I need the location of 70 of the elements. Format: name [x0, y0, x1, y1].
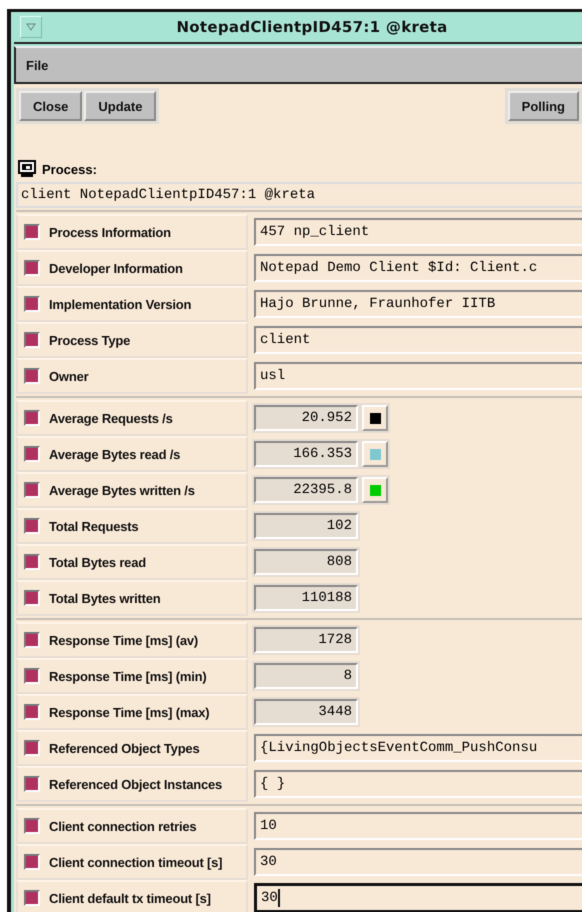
- value-field: 166.353: [254, 441, 358, 467]
- property-label: Average Requests /s: [49, 410, 173, 426]
- value-field: Hajo Brunne, Fraunhofer IITB: [254, 290, 582, 318]
- value-field: 808: [254, 549, 358, 575]
- value-field: 457 np_client: [254, 218, 582, 246]
- property-label: Total Bytes read: [49, 554, 146, 570]
- toggle-indicator[interactable]: [24, 518, 40, 534]
- property-label: Client default tx timeout [s]: [49, 890, 211, 906]
- property-label: Owner: [49, 368, 88, 384]
- toggle-indicator[interactable]: [24, 632, 40, 648]
- toggle-indicator[interactable]: [24, 818, 40, 834]
- monitor-icon: [18, 160, 36, 178]
- toggle-indicator[interactable]: [24, 368, 40, 384]
- toolbar-button[interactable]: Update: [84, 91, 156, 121]
- toolbar-button[interactable]: Polling: [508, 91, 579, 121]
- value-field: 20.952: [254, 405, 358, 431]
- toggle-indicator[interactable]: [24, 890, 40, 906]
- toggle-indicator[interactable]: [24, 854, 40, 870]
- property-label: Client connection retries: [49, 818, 196, 834]
- toggle-indicator[interactable]: [24, 332, 40, 348]
- color-button[interactable]: [362, 477, 388, 503]
- value-field: Notepad Demo Client $Id: Client.c: [254, 254, 582, 282]
- value-field: client: [254, 326, 582, 354]
- window-menu-button[interactable]: [20, 16, 42, 38]
- process-label: Process:: [42, 162, 97, 176]
- toggle-indicator[interactable]: [24, 704, 40, 720]
- property-label: Response Time [ms] (max): [49, 704, 210, 720]
- value-field: {LivingObjectsEventComm_PushConsu: [254, 734, 582, 762]
- toolbar-button[interactable]: Close: [19, 91, 82, 121]
- property-label: Implementation Version: [49, 296, 192, 312]
- input-field[interactable]: 10: [254, 812, 582, 840]
- toggle-indicator[interactable]: [24, 410, 40, 426]
- menu-item[interactable]: File: [26, 58, 48, 72]
- toggle-indicator[interactable]: [24, 260, 40, 276]
- value-field: { }: [254, 770, 582, 798]
- property-label: Process Information: [49, 224, 171, 240]
- input-field[interactable]: 30: [254, 883, 582, 912]
- property-label: Client connection timeout [s]: [49, 854, 222, 870]
- triangle-icon: [26, 23, 36, 31]
- toggle-indicator[interactable]: [24, 446, 40, 462]
- value-field: 102: [254, 513, 358, 539]
- value-field: usl: [254, 362, 582, 390]
- value-field: 8: [254, 663, 358, 689]
- toggle-indicator[interactable]: [24, 482, 40, 498]
- toggle-indicator[interactable]: [24, 224, 40, 240]
- property-label: Response Time [ms] (min): [49, 668, 206, 684]
- property-label: Referenced Object Types: [49, 740, 200, 756]
- property-label: Total Requests: [49, 518, 138, 534]
- toggle-indicator[interactable]: [24, 554, 40, 570]
- window-title: NotepadClientpID457:1 @kreta: [175, 18, 449, 36]
- color-button[interactable]: [362, 405, 388, 431]
- toggle-indicator[interactable]: [24, 740, 40, 756]
- property-label: Total Bytes written: [49, 590, 161, 606]
- property-label: Response Time [ms] (av): [49, 632, 198, 648]
- property-label: Developer Information: [49, 260, 183, 276]
- property-label: Process Type: [49, 332, 130, 348]
- value-field: 110188: [254, 585, 358, 611]
- toggle-indicator[interactable]: [24, 668, 40, 684]
- color-button[interactable]: [362, 441, 388, 467]
- property-label: Average Bytes written /s: [49, 482, 195, 498]
- toggle-indicator[interactable]: [24, 590, 40, 606]
- toggle-indicator[interactable]: [24, 776, 40, 792]
- toggle-indicator[interactable]: [24, 296, 40, 312]
- value-field: 1728: [254, 627, 358, 653]
- value-field: 3448: [254, 699, 358, 725]
- property-label: Average Bytes read /s: [49, 446, 180, 462]
- property-label: Referenced Object Instances: [49, 776, 222, 792]
- value-field: 22395.8: [254, 477, 358, 503]
- input-field[interactable]: 30: [254, 848, 582, 876]
- process-field: client NotepadClientpID457:1 @kreta: [16, 182, 582, 208]
